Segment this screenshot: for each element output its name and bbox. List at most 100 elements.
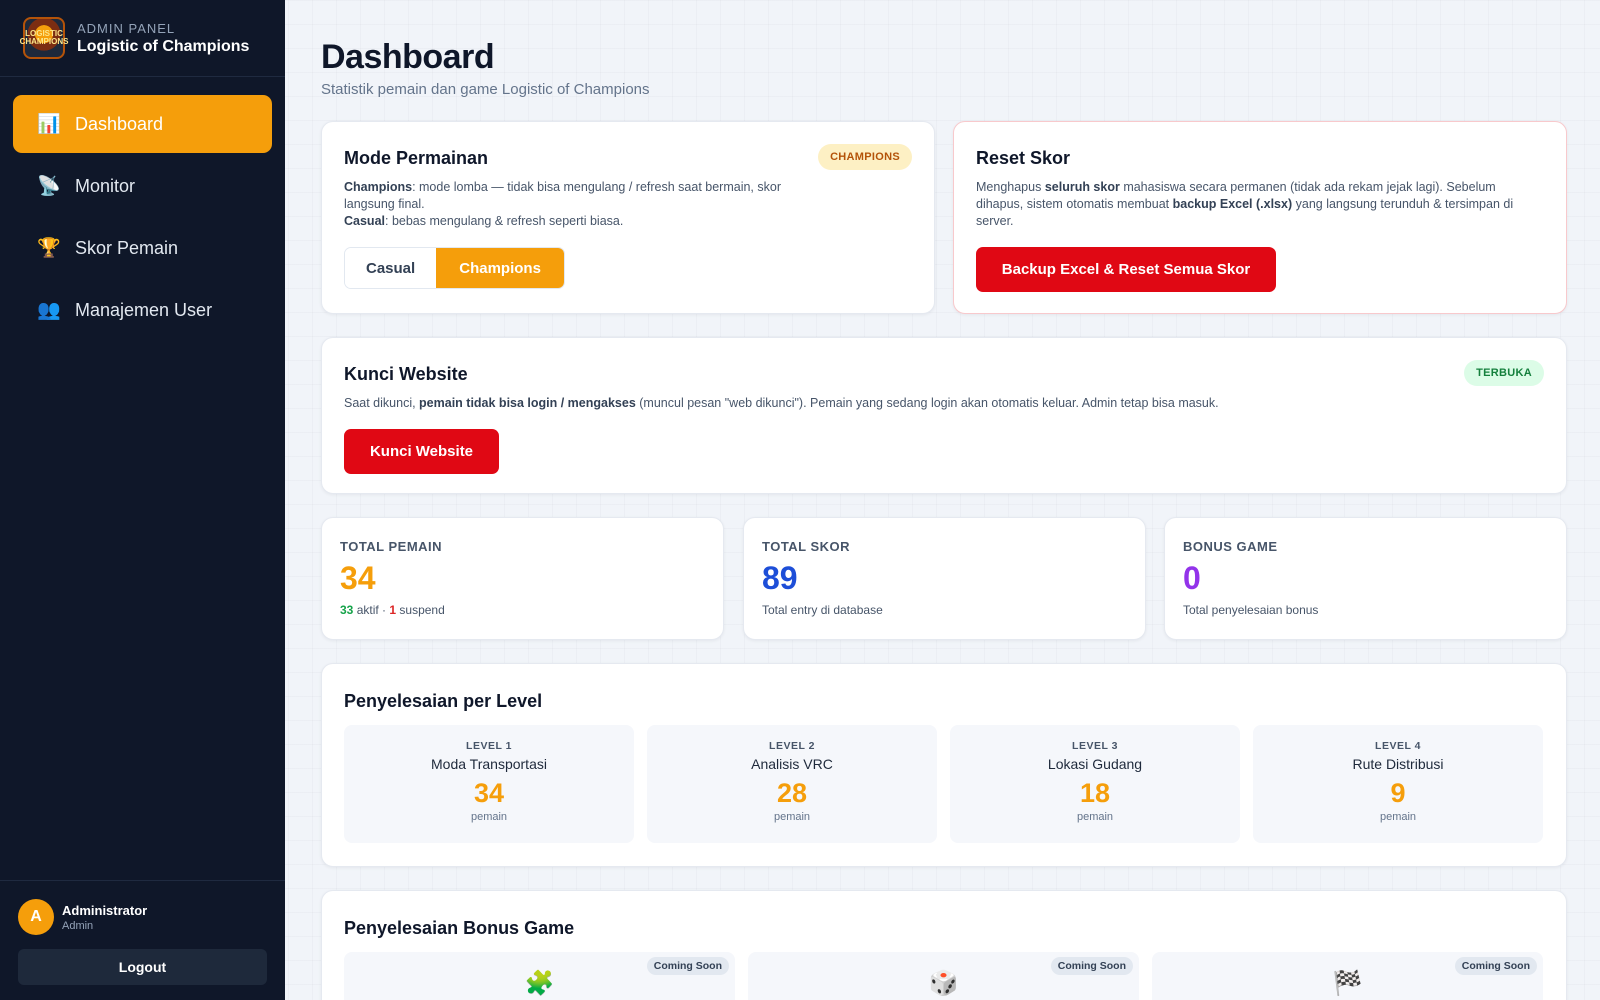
mode-toggle: Casual Champions	[344, 247, 565, 289]
sidebar-item-dashboard[interactable]: 📊 Dashboard	[13, 95, 272, 153]
reset-card: Reset Skor Menghapus seluruh skor mahasi…	[953, 121, 1567, 314]
user-profile: A Administrator Admin	[18, 899, 267, 935]
level-completion-card: Penyelesaian per Level LEVEL 1 Moda Tran…	[321, 663, 1567, 867]
coming-soon-badge: Coming Soon	[1050, 957, 1133, 975]
page-subtitle: Statistik pemain dan game Logistic of Ch…	[321, 81, 650, 98]
mode-card: Mode Permainan Champions: mode lomba — t…	[321, 121, 935, 314]
mode-champions-button[interactable]: Champions	[436, 248, 564, 288]
stat-label: TOTAL PEMAIN	[340, 539, 443, 554]
brand-text: ADMIN PANEL Logistic of Champions	[77, 21, 249, 56]
level-count: 9	[1390, 778, 1406, 808]
sidebar-item-label: Manajemen User	[75, 299, 213, 320]
user-info: Administrator Admin	[62, 903, 147, 932]
stat-card-total-skor: TOTAL SKOR 89 Total entry di database	[743, 517, 1146, 640]
mode-status-badge: CHAMPIONS	[818, 144, 912, 170]
mode-champions-term: Champions	[344, 180, 413, 194]
stat-card-total-pemain: TOTAL PEMAIN 34 33 aktif · 1 suspend	[321, 517, 724, 640]
bonus-grid: Coming Soon 🧩 Coming Soon 🎲 Coming Soon …	[344, 952, 1543, 1000]
bonus-game-box: Coming Soon 🏁	[1152, 952, 1543, 1000]
level-tag: LEVEL 2	[769, 740, 815, 752]
puzzle-icon: 🧩	[524, 970, 555, 997]
level-box: LEVEL 3 Lokasi Gudang 18 pemain	[950, 725, 1240, 843]
trophy-icon: 🏆	[37, 238, 61, 259]
user-role: Admin	[62, 919, 94, 932]
level-count: 34	[473, 778, 505, 808]
mode-casual-desc: : bebas mengulang & refresh seperti bias…	[385, 214, 624, 228]
brand-logo: LOGISTIC CHAMPIONS	[20, 17, 68, 59]
stat-label: BONUS GAME	[1183, 539, 1278, 554]
level-box: LEVEL 4 Rute Distribusi 9 pemain	[1253, 725, 1543, 843]
level-name: Lokasi Gudang	[1047, 756, 1143, 772]
backup-reset-button[interactable]: Backup Excel & Reset Semua Skor	[976, 247, 1276, 292]
reset-title: Reset Skor	[976, 148, 1071, 168]
sidebar: LOGISTIC CHAMPIONS ADMIN PANEL Logistic …	[0, 0, 285, 1000]
level-box: LEVEL 1 Moda Transportasi 34 pemain	[344, 725, 634, 843]
brand-subtitle: ADMIN PANEL	[77, 20, 176, 36]
lock-text: (muncul pesan "web dikunci"). Pemain yan…	[635, 396, 1219, 410]
stat-sub: Total entry di database	[762, 603, 883, 617]
mode-casual-button[interactable]: Casual	[345, 248, 437, 288]
coming-soon-badge: Coming Soon	[646, 957, 729, 975]
reset-text-bold: seluruh skor	[1044, 180, 1120, 194]
level-count: 28	[776, 778, 808, 808]
stat-value: 34	[340, 560, 376, 596]
checkered-flag-icon: 🏁	[1332, 970, 1363, 997]
level-unit: pemain	[773, 811, 811, 823]
level-tag: LEVEL 1	[466, 740, 512, 752]
sidebar-footer: A Administrator Admin Logout	[0, 880, 285, 1000]
sidebar-item-manajemen-user[interactable]: 👥 Manajemen User	[13, 281, 272, 339]
sidebar-item-monitor[interactable]: 📡 Monitor	[13, 157, 272, 215]
active-text: aktif ·	[353, 603, 390, 617]
reset-text-bold: backup Excel (.xlsx)	[1172, 197, 1293, 211]
level-tag: LEVEL 3	[1072, 740, 1118, 752]
sidebar-item-label: Dashboard	[75, 113, 164, 134]
brand: LOGISTIC CHAMPIONS ADMIN PANEL Logistic …	[0, 0, 285, 77]
level-name: Analisis VRC	[751, 756, 833, 772]
sidebar-item-label: Skor Pemain	[75, 237, 179, 258]
level-name: Rute Distribusi	[1352, 756, 1444, 772]
reset-description: Menghapus seluruh skor mahasiswa secara …	[976, 179, 1536, 230]
lock-title: Kunci Website	[344, 364, 468, 384]
level-name: Moda Transportasi	[431, 756, 547, 772]
stat-sub: 33 aktif · 1 suspend	[340, 603, 445, 617]
sidebar-item-label: Monitor	[75, 175, 136, 196]
satellite-icon: 📡	[37, 176, 61, 197]
level-unit: pemain	[470, 811, 508, 823]
mode-description: Champions: mode lomba — tidak bisa mengu…	[344, 179, 794, 230]
mode-title: Mode Permainan	[344, 148, 489, 168]
logout-button[interactable]: Logout	[18, 949, 267, 985]
level-tag: LEVEL 4	[1375, 740, 1421, 752]
sidebar-item-skor-pemain[interactable]: 🏆 Skor Pemain	[13, 219, 272, 277]
stat-sub: Total penyelesaian bonus	[1183, 603, 1319, 617]
bonus-game-box: Coming Soon 🧩	[344, 952, 735, 1000]
lock-text-bold: pemain tidak bisa login / mengakses	[419, 396, 636, 410]
stat-value: 89	[762, 560, 798, 596]
stat-card-bonus-game: BONUS GAME 0 Total penyelesaian bonus	[1164, 517, 1567, 640]
lock-status-badge: TERBUKA	[1464, 360, 1544, 386]
brand-title: Logistic of Champions	[77, 37, 250, 55]
lock-website-button[interactable]: Kunci Website	[344, 429, 499, 474]
bonus-game-box: Coming Soon 🎲	[748, 952, 1139, 1000]
stat-label: TOTAL SKOR	[762, 539, 851, 554]
user-name: Administrator	[62, 902, 148, 918]
coming-soon-badge: Coming Soon	[1454, 957, 1537, 975]
bonus-completion-card: Penyelesaian Bonus Game Coming Soon 🧩 Co…	[321, 890, 1567, 1000]
avatar: A	[18, 899, 54, 935]
main-content: Dashboard Statistik pemain dan game Logi…	[321, 0, 1568, 98]
stat-value: 0	[1183, 560, 1201, 596]
lock-text: Saat dikunci,	[344, 396, 420, 410]
active-count: 33	[340, 603, 354, 617]
sidebar-nav: 📊 Dashboard 📡 Monitor 🏆 Skor Pemain 👥 Ma…	[0, 77, 285, 339]
lock-description: Saat dikunci, pemain tidak bisa login / …	[344, 395, 1219, 412]
page-title: Dashboard	[321, 38, 495, 76]
mode-casual-term: Casual	[344, 214, 385, 228]
level-grid: LEVEL 1 Moda Transportasi 34 pemain LEVE…	[344, 725, 1543, 843]
reset-text: Menghapus	[976, 180, 1045, 194]
level-unit: pemain	[1379, 811, 1417, 823]
bonus-completion-title: Penyelesaian Bonus Game	[344, 918, 575, 938]
chart-icon: 📊	[37, 114, 61, 135]
level-completion-title: Penyelesaian per Level	[344, 691, 543, 711]
lock-card: Kunci Website Saat dikunci, pemain tidak…	[321, 337, 1567, 494]
dice-icon: 🎲	[928, 970, 959, 997]
suspend-text: suspend	[396, 603, 445, 617]
